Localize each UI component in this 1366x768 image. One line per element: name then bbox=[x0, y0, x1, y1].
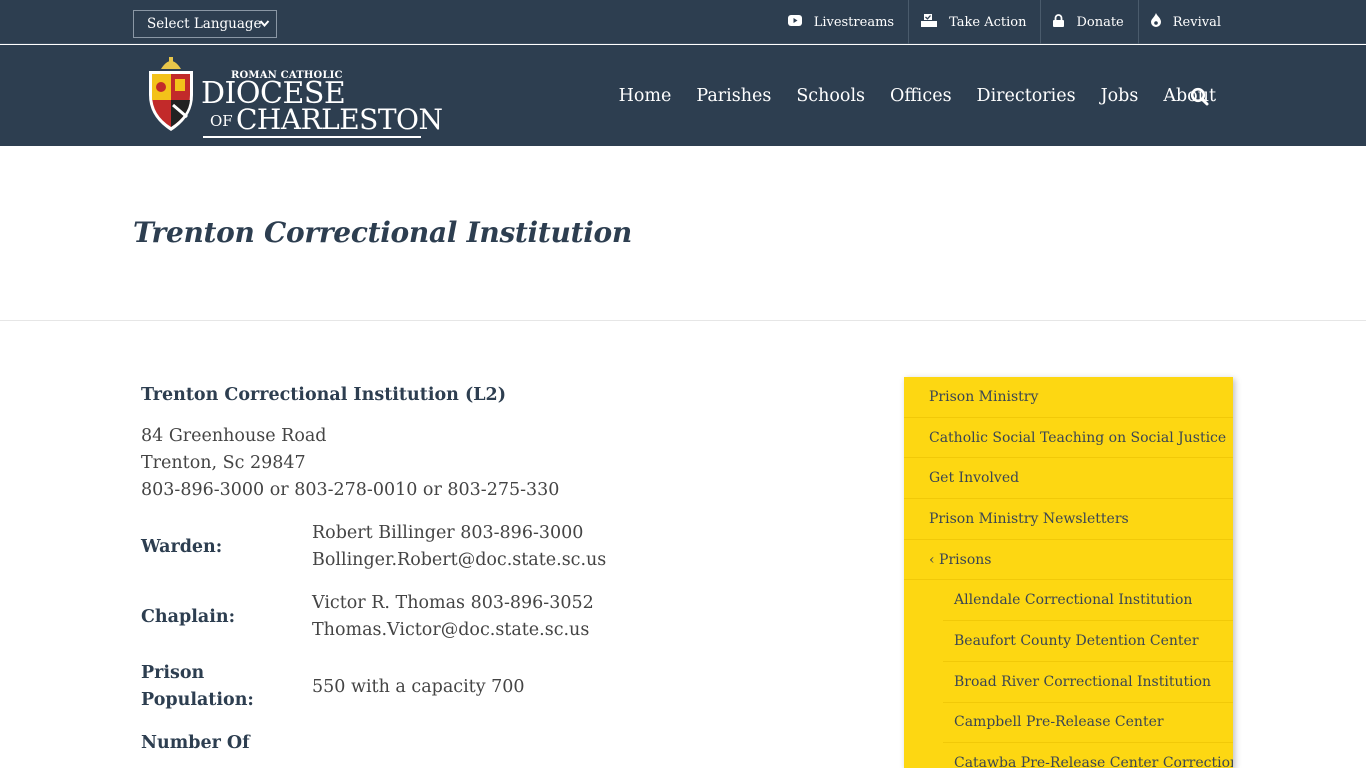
nav-offices[interactable]: Offices bbox=[890, 86, 952, 106]
warden-email[interactable]: Bollinger.Robert@doc.state.sc.us bbox=[312, 547, 606, 574]
main-nav: Home Parishes Schools Offices Directorie… bbox=[594, 45, 1216, 146]
diocese-crest-icon bbox=[149, 57, 193, 131]
chevron-down-icon bbox=[259, 11, 270, 47]
nav-parishes[interactable]: Parishes bbox=[696, 86, 771, 106]
site-logo[interactable]: ROMAN CATHOLIC DIOCESE OF CHARLESTON bbox=[143, 55, 443, 138]
warden-row: Warden: Robert Billinger 803-896-3000 Bo… bbox=[141, 520, 841, 574]
logo-of: OF bbox=[210, 112, 233, 130]
chaplain-label: Chaplain: bbox=[141, 606, 236, 627]
sidebar-item-prisons[interactable]: ‹ Prisons bbox=[904, 540, 1233, 581]
utility-links: Livestreams Take Action Donate Revival bbox=[776, 0, 1233, 44]
donate-label: Donate bbox=[1076, 14, 1124, 30]
page-title: Trenton Correctional Institution bbox=[133, 216, 632, 249]
warden-value: Robert Billinger 803-896-3000 Bollinger.… bbox=[312, 520, 606, 574]
number-of-row: Number Of bbox=[141, 730, 841, 757]
institution-heading: Trenton Correctional Institution (L2) bbox=[141, 385, 506, 405]
address-phones: 803-896-3000 or 803-278-0010 or 803-275-… bbox=[141, 480, 560, 500]
number-of-label: Number Of bbox=[141, 733, 250, 753]
revival-label: Revival bbox=[1172, 14, 1221, 30]
population-label: Prison Population: bbox=[141, 663, 254, 710]
address-block: 84 Greenhouse Road Trenton, Sc 29847 803… bbox=[141, 423, 841, 504]
page-title-bar: Trenton Correctional Institution bbox=[0, 146, 1366, 321]
search-button[interactable] bbox=[1190, 87, 1210, 107]
address-street: 84 Greenhouse Road bbox=[141, 426, 327, 446]
chaplain-value: Victor R. Thomas 803-896-3052 Thomas.Vic… bbox=[312, 590, 594, 644]
nav-directories[interactable]: Directories bbox=[977, 86, 1076, 106]
warden-name-phone: Robert Billinger 803-896-3000 bbox=[312, 523, 584, 543]
sidebar-menu: Prison Ministry Catholic Social Teaching… bbox=[904, 377, 1233, 768]
sidebar-item-social-teaching[interactable]: Catholic Social Teaching on Social Justi… bbox=[904, 418, 1233, 459]
sidebar-item-prison-ministry[interactable]: Prison Ministry bbox=[904, 377, 1233, 418]
info-table: Warden: Robert Billinger 803-896-3000 Bo… bbox=[141, 520, 841, 757]
livestreams-link[interactable]: Livestreams bbox=[776, 0, 910, 44]
warden-label: Warden: bbox=[141, 536, 223, 557]
donate-link[interactable]: Donate bbox=[1041, 0, 1139, 44]
address-city: Trenton, Sc 29847 bbox=[141, 453, 306, 473]
population-value: 550 with a capacity 700 bbox=[312, 676, 525, 697]
take-action-label: Take Action bbox=[949, 14, 1027, 30]
top-bar: Select Language Livestreams Take Action … bbox=[0, 0, 1366, 44]
language-select-label: Select Language bbox=[147, 16, 262, 32]
sidebar-item-get-involved[interactable]: Get Involved bbox=[904, 458, 1233, 500]
nav-schools[interactable]: Schools bbox=[796, 86, 865, 106]
main-content: Trenton Correctional Institution (L2) 84… bbox=[141, 385, 841, 768]
sidebar-subitem-campbell[interactable]: Campbell Pre-Release Center bbox=[943, 703, 1233, 744]
logo-underline bbox=[203, 136, 421, 138]
ballot-box-icon bbox=[921, 13, 938, 31]
population-row: Prison Population: 550 with a capacity 7… bbox=[141, 660, 841, 714]
chaplain-name-phone: Victor R. Thomas 803-896-3052 bbox=[312, 593, 594, 613]
livestreams-label: Livestreams bbox=[813, 14, 895, 30]
nav-home[interactable]: Home bbox=[619, 86, 672, 106]
take-action-link[interactable]: Take Action bbox=[909, 0, 1042, 44]
sidebar-subitem-broad-river[interactable]: Broad River Correctional Institution bbox=[943, 662, 1233, 703]
main-header: ROMAN CATHOLIC DIOCESE OF CHARLESTON Hom… bbox=[0, 45, 1366, 146]
sidebar-subitem-catawba[interactable]: Catawba Pre-Release Center Correctional bbox=[943, 743, 1233, 768]
youtube-icon bbox=[787, 14, 802, 30]
lock-icon bbox=[1053, 13, 1065, 31]
search-icon bbox=[1190, 87, 1209, 106]
sidebar-subitem-beaufort[interactable]: Beaufort County Detention Center bbox=[943, 621, 1233, 662]
logo-charleston: CHARLESTON bbox=[236, 103, 443, 136]
chaplain-row: Chaplain: Victor R. Thomas 803-896-3052 … bbox=[141, 590, 841, 644]
chaplain-email[interactable]: Thomas.Victor@doc.state.sc.us bbox=[312, 617, 594, 644]
revival-link[interactable]: Revival bbox=[1139, 0, 1233, 44]
sidebar-item-newsletters[interactable]: Prison Ministry Newsletters bbox=[904, 499, 1233, 540]
language-select[interactable]: Select Language bbox=[133, 10, 277, 38]
flame-icon bbox=[1150, 13, 1161, 31]
sidebar-subitem-allendale[interactable]: Allendale Correctional Institution bbox=[943, 580, 1233, 622]
nav-jobs[interactable]: Jobs bbox=[1101, 86, 1139, 106]
